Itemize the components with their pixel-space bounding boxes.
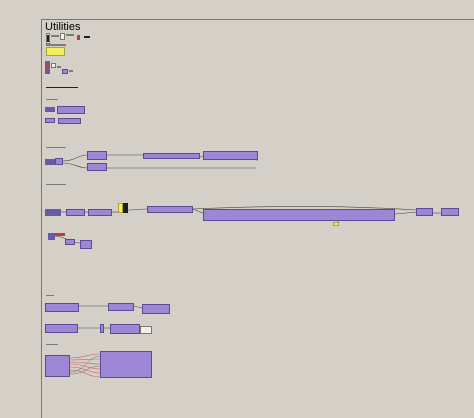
section-divider-1: [46, 87, 78, 88]
yellow-panel[interactable]: [46, 47, 65, 56]
toggle-red[interactable]: [46, 66, 49, 69]
node-5a[interactable]: [45, 303, 79, 312]
node-1d[interactable]: [58, 118, 81, 124]
node-2b[interactable]: [55, 158, 63, 165]
node-3c[interactable]: [88, 209, 112, 216]
section-divider-2: [46, 99, 58, 100]
node-3f[interactable]: [416, 208, 433, 216]
node-2c[interactable]: [87, 151, 107, 160]
yellow-panel-3[interactable]: [333, 222, 339, 226]
toggle-label: [57, 66, 61, 68]
node-3d[interactable]: [147, 206, 193, 213]
param-label-c: [84, 36, 90, 38]
node-5c[interactable]: [142, 304, 170, 314]
node-fanout-source[interactable]: [45, 355, 70, 377]
node-3g[interactable]: [441, 208, 459, 216]
grasshopper-canvas[interactable]: Utilities: [0, 0, 474, 418]
node-4a-red[interactable]: [55, 233, 65, 236]
dark-node-3[interactable]: [123, 203, 128, 213]
param-label-a: [51, 35, 59, 37]
section-divider-3: [46, 147, 66, 148]
node-4c[interactable]: [80, 240, 92, 249]
node-6a[interactable]: [45, 324, 78, 333]
param-label-b: [66, 34, 74, 36]
color-swatch-param[interactable]: [77, 35, 80, 40]
node-6c[interactable]: [110, 324, 140, 334]
toggle-node[interactable]: [51, 63, 56, 68]
node-3b[interactable]: [66, 209, 85, 216]
node-2e[interactable]: [143, 153, 200, 159]
toggle-output[interactable]: [62, 69, 68, 74]
section-divider-4: [46, 184, 66, 185]
section-divider-6: [46, 344, 58, 345]
node-3e-cluster[interactable]: [203, 209, 395, 221]
param-value-a: [47, 35, 49, 42]
node-2d[interactable]: [87, 163, 107, 171]
param-slider-b[interactable]: [60, 33, 65, 40]
node-6d[interactable]: [140, 326, 152, 334]
node-2f[interactable]: [203, 151, 258, 160]
node-2a[interactable]: [45, 159, 55, 165]
node-4b[interactable]: [65, 239, 75, 245]
node-6b[interactable]: [100, 324, 104, 333]
node-fanout-target[interactable]: [100, 351, 152, 378]
node-3a[interactable]: [45, 209, 61, 216]
node-1c[interactable]: [45, 118, 55, 123]
node-5b[interactable]: [108, 303, 134, 311]
section-divider-5: [46, 295, 54, 296]
param-row: [46, 44, 66, 46]
node-1b[interactable]: [57, 106, 85, 114]
node-1a[interactable]: [45, 107, 55, 112]
toggle-out-label: [69, 70, 73, 72]
node-4a[interactable]: [48, 233, 55, 240]
